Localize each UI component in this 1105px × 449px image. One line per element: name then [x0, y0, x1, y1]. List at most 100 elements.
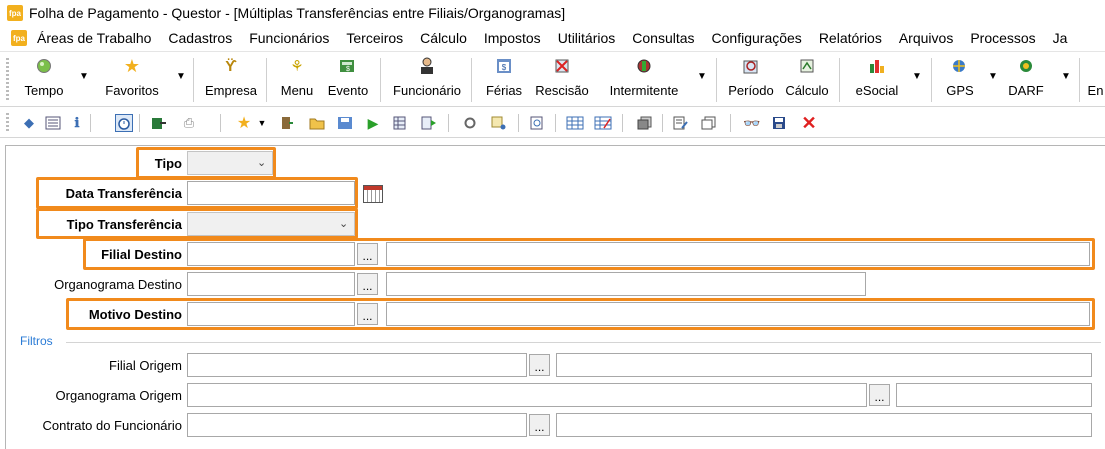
- stopwatch-icon[interactable]: [115, 114, 133, 132]
- toolbar-grip[interactable]: [6, 113, 9, 133]
- organograma-destino-lookup-button[interactable]: ...: [357, 273, 378, 295]
- funcionario-button[interactable]: Funcionário: [390, 56, 464, 104]
- toolbar-separator: [220, 114, 221, 132]
- delete-x-icon[interactable]: ✕: [800, 113, 818, 133]
- gps-button[interactable]: GPS: [940, 56, 980, 104]
- chevron-down-icon[interactable]: ⌄: [257, 156, 266, 169]
- toolbar-separator: [193, 58, 194, 102]
- exit-door-icon[interactable]: [278, 114, 296, 132]
- app-menu-icon[interactable]: fpa: [11, 30, 27, 46]
- svg-text:$: $: [346, 66, 350, 73]
- darf-button[interactable]: DARF: [1004, 56, 1048, 104]
- organograma-origem-name-input[interactable]: [896, 383, 1092, 407]
- filial-origem-code-input[interactable]: [187, 353, 527, 377]
- favorite-star-icon[interactable]: ★: [235, 114, 253, 132]
- toolbar-separator: [380, 58, 381, 102]
- periodo-button[interactable]: Período: [724, 56, 778, 104]
- contrato-funcionario-name-input[interactable]: [556, 413, 1092, 437]
- menu-areas-de-trabalho[interactable]: Áreas de Trabalho: [37, 30, 151, 46]
- open-folder-icon[interactable]: [308, 114, 326, 132]
- run-icon[interactable]: ▶: [364, 114, 382, 132]
- organograma-destino-code-input[interactable]: [187, 272, 355, 296]
- contrato-funcionario-lookup-button[interactable]: ...: [529, 414, 550, 436]
- list-view-icon[interactable]: [44, 114, 62, 132]
- filial-destino-code-input[interactable]: [187, 242, 355, 266]
- grid-run-icon[interactable]: [392, 114, 410, 132]
- motivo-destino-name-input[interactable]: [386, 302, 1090, 326]
- copy-icon[interactable]: [700, 114, 718, 132]
- filial-origem-label: Filial Origem: [109, 358, 182, 373]
- evento-button[interactable]: $ Evento: [324, 56, 372, 104]
- menu-bar: fpa Áreas de Trabalho Cadastros Funcioná…: [0, 26, 1105, 50]
- menu-processos[interactable]: Processos: [970, 30, 1035, 46]
- svg-text:$: $: [502, 63, 507, 72]
- filial-origem-name-input[interactable]: [556, 353, 1092, 377]
- calendar-icon[interactable]: [363, 185, 383, 203]
- toolbar-separator: [555, 114, 556, 132]
- tempo-dropdown-caret[interactable]: ▼: [79, 71, 89, 82]
- empresa-button[interactable]: ϔ Empresa: [202, 56, 260, 104]
- gps-dropdown-caret[interactable]: ▼: [988, 71, 998, 82]
- menu-utilitarios[interactable]: Utilitários: [558, 30, 616, 46]
- organograma-origem-lookup-button[interactable]: ...: [869, 384, 890, 406]
- toolbar-grip[interactable]: [6, 58, 9, 102]
- intermitente-dropdown-caret[interactable]: ▼: [697, 71, 707, 82]
- menu-configuracoes[interactable]: Configurações: [712, 30, 802, 46]
- filial-origem-lookup-button[interactable]: ...: [529, 354, 550, 376]
- organograma-destino-name-input[interactable]: [386, 272, 866, 296]
- data-transferencia-input[interactable]: [187, 181, 355, 205]
- contrato-funcionario-code-input[interactable]: [187, 413, 527, 437]
- data-transferencia-label: Data Transferência: [65, 186, 182, 201]
- gear-list-icon[interactable]: [462, 114, 480, 132]
- menu-impostos[interactable]: Impostos: [484, 30, 541, 46]
- menu-funcionarios[interactable]: Funcionários: [249, 30, 329, 46]
- menu-janela[interactable]: Ja: [1053, 30, 1068, 46]
- rescisao-button[interactable]: Rescisão: [532, 56, 592, 104]
- document-edit-icon[interactable]: [672, 114, 690, 132]
- calculo-button[interactable]: Cálculo: [782, 56, 832, 104]
- filial-destino-name-input[interactable]: [386, 242, 1090, 266]
- organograma-origem-code-input[interactable]: [187, 383, 867, 407]
- table-icon[interactable]: [566, 114, 584, 132]
- truncated-toolbar-button[interactable]: En: [1086, 56, 1105, 104]
- toolbar-separator: [1079, 58, 1080, 102]
- save-icon[interactable]: [770, 114, 788, 132]
- motivo-destino-lookup-button[interactable]: ...: [357, 303, 378, 325]
- esocial-button[interactable]: eSocial: [848, 56, 906, 104]
- menu-button[interactable]: ⚘ Menu: [278, 56, 316, 104]
- table-edit-icon[interactable]: [594, 114, 612, 132]
- menu-cadastros[interactable]: Cadastros: [168, 30, 232, 46]
- filial-destino-lookup-button[interactable]: ...: [357, 243, 378, 265]
- tipo-transferencia-select[interactable]: [187, 212, 355, 236]
- toolbar-separator: [518, 114, 519, 132]
- favoritos-dropdown-caret[interactable]: ▼: [176, 71, 186, 82]
- back-icon[interactable]: ◆: [20, 114, 38, 132]
- preview-icon[interactable]: [528, 114, 546, 132]
- stack-icon[interactable]: [636, 114, 654, 132]
- grid-play-icon[interactable]: [420, 114, 438, 132]
- intermitente-button[interactable]: Intermitente: [602, 56, 686, 104]
- contrato-funcionario-label: Contrato do Funcionário: [42, 418, 182, 433]
- gps-icon: [950, 56, 970, 76]
- export-icon[interactable]: [150, 114, 168, 132]
- menu-arquivos[interactable]: Arquivos: [899, 30, 953, 46]
- app-icon: fpa: [7, 5, 23, 21]
- favoritos-button[interactable]: ★ Favoritos: [100, 56, 164, 104]
- menu-terceiros[interactable]: Terceiros: [346, 30, 403, 46]
- favorite-dropdown-icon[interactable]: ▼: [253, 114, 271, 132]
- info-icon[interactable]: ℹ: [68, 114, 86, 132]
- binoculars-icon[interactable]: 👓: [743, 114, 761, 132]
- menu-consultas[interactable]: Consultas: [632, 30, 694, 46]
- esocial-dropdown-caret[interactable]: ▼: [912, 71, 922, 82]
- filter-list-icon[interactable]: [490, 114, 508, 132]
- save-record-icon[interactable]: [336, 114, 354, 132]
- menu-relatorios[interactable]: Relatórios: [819, 30, 882, 46]
- chevron-down-icon[interactable]: ⌄: [339, 217, 348, 230]
- motivo-destino-code-input[interactable]: [187, 302, 355, 326]
- tempo-button[interactable]: Tempo: [22, 56, 66, 104]
- ferias-button[interactable]: $ Férias: [482, 56, 526, 104]
- print-icon[interactable]: ⎙: [180, 114, 198, 132]
- menu-calculo[interactable]: Cálculo: [420, 30, 467, 46]
- darf-dropdown-caret[interactable]: ▼: [1061, 71, 1071, 82]
- toolbar-separator: [730, 114, 731, 132]
